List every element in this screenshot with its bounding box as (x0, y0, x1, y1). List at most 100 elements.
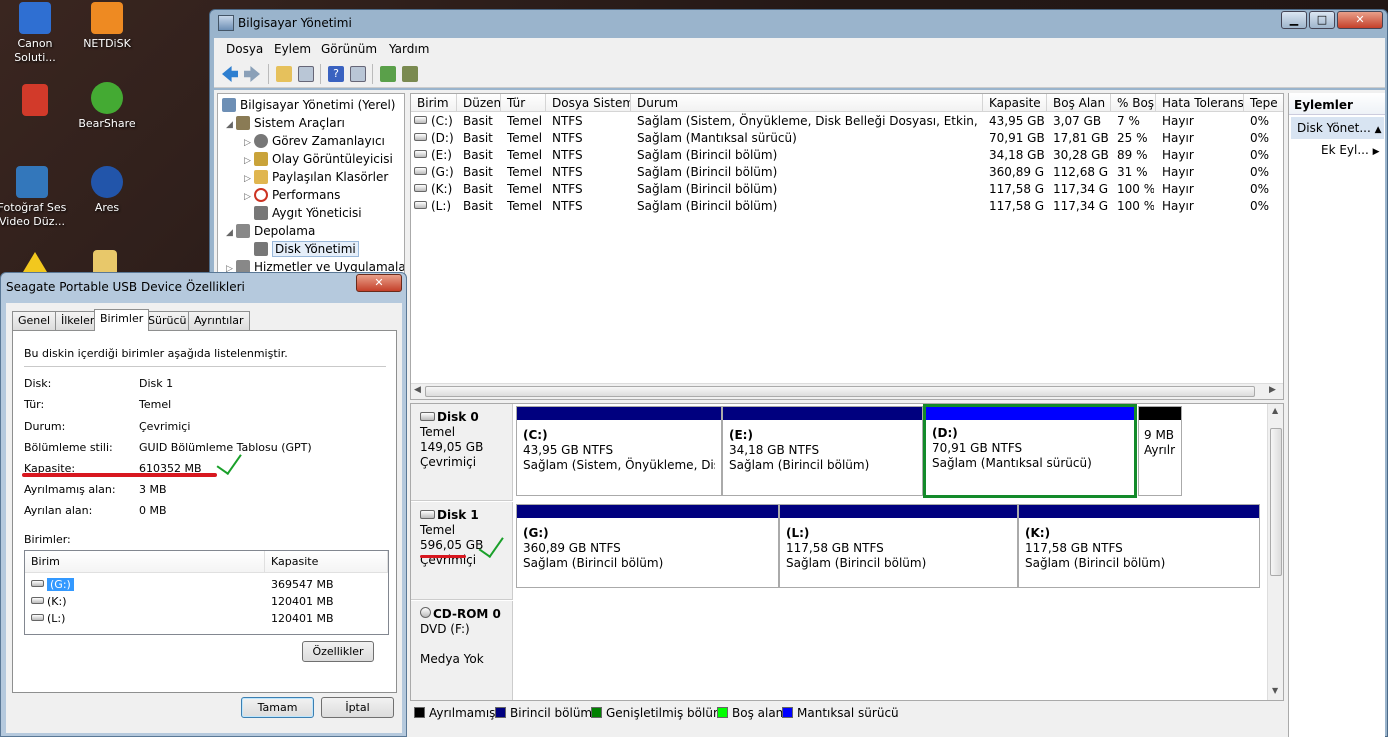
desktop-icon-ares[interactable]: Ares (72, 166, 142, 215)
desktop-icon-acrobat[interactable] (0, 84, 70, 119)
tree-item-performance[interactable]: ▷ Performans (244, 186, 340, 204)
device-properties-dialog: Seagate Portable USB Device Özellikleri … (0, 272, 407, 737)
disk-1-label[interactable]: Disk 1 Temel 596,05 GB Çevrimiçi (411, 502, 513, 600)
volume-cell: Sağlam (Birincil bölüm) (637, 165, 778, 179)
desktop-icon-netdisk[interactable]: NETDiSK (72, 2, 142, 51)
volume-listbox[interactable]: Birim Kapasite (G:) 369547 MB (K:) 12040… (24, 550, 389, 635)
up-folder-icon[interactable] (276, 66, 292, 82)
volume-row-g[interactable]: (G:) 369547 MB (25, 576, 388, 593)
volume-row[interactable]: (K:) Basit Temel NTFS Sağlam (Birincil bölüm… (411, 181, 1283, 198)
volume-row[interactable]: (C:) Basit Temel NTFS Sağlam (Sistem, Önyükl… (411, 113, 1283, 130)
tree-item-computer-management[interactable]: Bilgisayar Yönetimi (Yerel) (222, 96, 395, 114)
drive-icon (414, 116, 427, 124)
menu-view[interactable]: Görünüm (321, 42, 377, 56)
volume-list-hscrollbar[interactable]: ◀ ▶ (411, 383, 1283, 399)
disk-map-vscrollbar[interactable]: ▲ ▼ (1267, 404, 1283, 700)
scroll-thumb[interactable] (1270, 428, 1282, 576)
column-header-capacity[interactable]: Kapasite (983, 94, 1047, 112)
column-header-capacity[interactable]: Kapasite (265, 551, 388, 573)
computer-management-icon (222, 98, 236, 112)
cdrom-0-label[interactable]: CD-ROM 0 DVD (F:) Medya Yok (411, 601, 513, 700)
partition-l[interactable]: (L:) 117,58 GB NTFS Sağlam (Birincil bölüm… (779, 504, 1018, 588)
toolbar-separator (320, 64, 321, 84)
column-header-fault-tolerance[interactable]: Hata Toleransı (1156, 94, 1244, 112)
primary-partition-bar (1019, 505, 1259, 518)
back-icon[interactable] (222, 66, 238, 82)
column-header-free-space[interactable]: Boş Alan (1047, 94, 1111, 112)
disk-0-label[interactable]: Disk 0 Temel 149,05 GB Çevrimiçi (411, 404, 513, 501)
scroll-left-icon[interactable]: ◀ (414, 385, 421, 395)
tab-volumes[interactable]: Birimler (94, 309, 150, 331)
volume-row[interactable]: (D:) Basit Temel NTFS Sağlam (Mantıksal sürü… (411, 130, 1283, 147)
tab-general[interactable]: Genel (12, 311, 57, 330)
column-header-overhead[interactable]: Tepe (1244, 94, 1283, 112)
partition-d[interactable]: (D:) 70,91 GB NTFS Sağlam (Mantıksal sürüc… (923, 404, 1137, 498)
partition-unallocated[interactable]: 9 MB Ayrılr (1138, 406, 1182, 496)
close-button[interactable]: ✕ (1337, 11, 1383, 29)
column-header-volume[interactable]: Birim (411, 94, 457, 112)
volume-row[interactable]: (G:) Basit Temel NTFS Sağlam (Birincil bölüm… (411, 164, 1283, 181)
actions-pane: Eylemler Disk Yönet... ▲ Ek Eyl... ▶ (1288, 93, 1385, 737)
tree-item-storage[interactable]: ◢ Depolama (226, 222, 315, 240)
legend-logical-drive: Mantıksal sürücü (782, 706, 899, 720)
volume-cell: 360,89 GB (989, 165, 1045, 179)
refresh-icon[interactable] (380, 66, 396, 82)
menu-action[interactable]: Eylem (274, 42, 311, 56)
red-underline-annotation (420, 555, 466, 558)
tree-item-event-viewer[interactable]: ▷ Olay Görüntüleyicisi (244, 150, 393, 168)
column-header-layout[interactable]: Düzen (457, 94, 501, 112)
partition-k[interactable]: (K:) 117,58 GB NTFS Sağlam (Birincil bölüm… (1018, 504, 1260, 588)
desktop-icon-canon[interactable]: Canon Soluti... (0, 2, 70, 65)
forward-icon[interactable] (244, 66, 260, 82)
action-more-actions[interactable]: Ek Eyl... ▶ (1321, 143, 1380, 157)
partition-g[interactable]: (G:) 360,89 GB NTFS Sağlam (Birincil bölüm… (516, 504, 779, 588)
show-action-pane-icon[interactable] (350, 66, 366, 82)
ok-button[interactable]: Tamam (241, 697, 314, 718)
tree-item-device-manager[interactable]: Aygıt Yöneticisi (254, 204, 362, 222)
scroll-down-icon[interactable]: ▼ (1272, 686, 1278, 695)
action-disk-management[interactable]: Disk Yönet... ▲ (1291, 117, 1384, 139)
column-header-percent-free[interactable]: % Boş (1111, 94, 1156, 112)
prop-value-reserved: 0 MB (139, 504, 167, 517)
desktop-icon-photo-video[interactable]: Fotoğraf Ses Video Düz... (0, 166, 67, 229)
expand-arrow-icon[interactable]: ▷ (244, 188, 254, 206)
scroll-right-icon[interactable]: ▶ (1269, 385, 1276, 395)
tab-details[interactable]: Ayrıntılar (188, 311, 250, 330)
desktop-icon-bearshare[interactable]: BearShare (72, 82, 142, 131)
partition-c[interactable]: (C:) 43,95 GB NTFS Sağlam (Sistem, Önyükle… (516, 406, 722, 496)
cancel-button[interactable]: İptal (321, 697, 394, 718)
help-icon[interactable]: ? (328, 66, 344, 82)
volume-cell: NTFS (552, 131, 583, 145)
tree-item-shared-folders[interactable]: ▷ Paylaşılan Klasörler (244, 168, 388, 186)
scroll-up-icon[interactable]: ▲ (1272, 406, 1278, 415)
acrobat-icon (22, 84, 48, 116)
tree-item-task-scheduler[interactable]: ▷ Görev Zamanlayıcı (244, 132, 385, 150)
rescan-disks-icon[interactable] (402, 66, 418, 82)
menu-help[interactable]: Yardım (389, 42, 429, 56)
menu-file[interactable]: Dosya (226, 42, 263, 56)
show-hide-tree-icon[interactable] (298, 66, 314, 82)
collapse-arrow-icon[interactable]: ◢ (226, 116, 236, 134)
column-header-status[interactable]: Durum (631, 94, 983, 112)
collapse-arrow-icon[interactable]: ▲ (1375, 125, 1382, 135)
dialog-close-button[interactable]: ✕ (356, 274, 402, 292)
maximize-button[interactable]: □ (1309, 11, 1335, 29)
scroll-thumb[interactable] (425, 386, 1255, 397)
tree-item-system-tools[interactable]: ◢ Sistem Araçları (226, 114, 345, 132)
collapse-arrow-icon[interactable]: ◢ (226, 224, 236, 242)
tab-driver[interactable]: Sürücü (142, 311, 193, 330)
volume-cell: 0% (1250, 114, 1270, 128)
tree-item-disk-management[interactable]: Disk Yönetimi (254, 240, 359, 258)
dialog-title: Seagate Portable USB Device Özellikleri (6, 280, 245, 294)
volume-row[interactable]: (E:) Basit Temel NTFS Sağlam (Birincil bölüm… (411, 147, 1283, 164)
ares-icon (91, 166, 123, 198)
volume-row-k[interactable]: (K:) 120401 MB (25, 593, 388, 610)
volume-row[interactable]: (L:) Basit Temel NTFS Sağlam (Birincil bölüm… (411, 198, 1283, 215)
volume-row-l[interactable]: (L:) 120401 MB (25, 610, 388, 627)
column-header-type[interactable]: Tür (501, 94, 546, 112)
column-header-volume[interactable]: Birim (25, 551, 265, 573)
column-header-file-system[interactable]: Dosya Sistemi (546, 94, 631, 112)
volume-properties-button[interactable]: Özellikler (302, 641, 374, 662)
partition-e[interactable]: (E:) 34,18 GB NTFS Sağlam (Birincil bölüm) (722, 406, 923, 496)
minimize-button[interactable]: ▁ (1281, 11, 1307, 29)
